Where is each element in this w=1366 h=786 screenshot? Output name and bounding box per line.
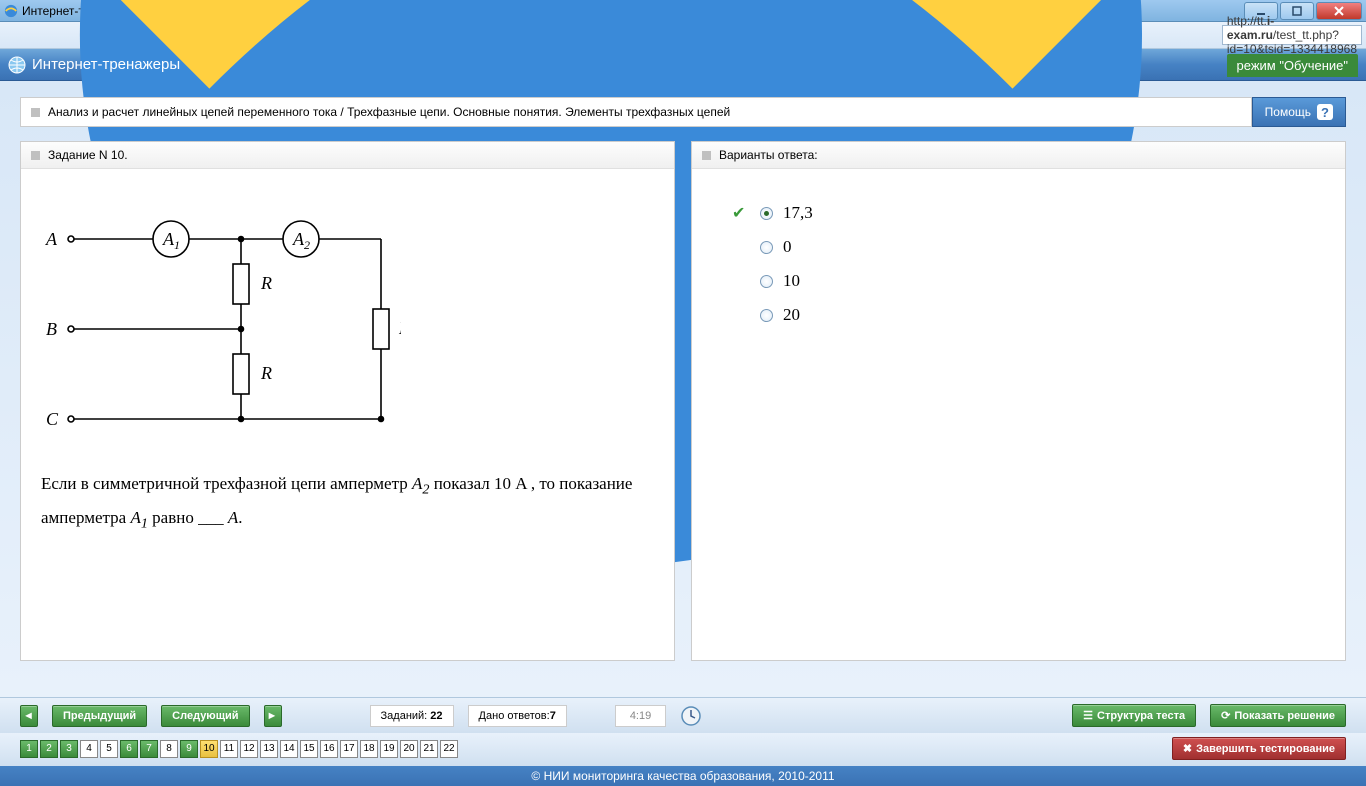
page-number[interactable]: 6 bbox=[120, 740, 138, 758]
bullet-icon bbox=[702, 151, 711, 160]
address-bar: http://tt.i-exam.ru/test_tt.php?id=10&ts… bbox=[0, 22, 1366, 49]
page-number[interactable]: 18 bbox=[360, 740, 378, 758]
radio-button[interactable] bbox=[760, 275, 773, 288]
page-number[interactable]: 8 bbox=[160, 740, 178, 758]
breadcrumb: Анализ и расчет линейных цепей переменно… bbox=[20, 97, 1252, 127]
answer-option[interactable]: ✔ 17,3 bbox=[712, 203, 1325, 223]
page-number[interactable]: 21 bbox=[420, 740, 438, 758]
page-number[interactable]: 5 bbox=[100, 740, 118, 758]
page-number[interactable]: 9 bbox=[180, 740, 198, 758]
help-button[interactable]: Помощь ? bbox=[1252, 97, 1346, 127]
finish-button[interactable]: ✖ Завершить тестирование bbox=[1172, 737, 1346, 760]
radio-button[interactable] bbox=[760, 309, 773, 322]
page-number[interactable]: 7 bbox=[140, 740, 158, 758]
answers-header: Варианты ответа: bbox=[719, 148, 818, 162]
correct-check-icon: ✔ bbox=[732, 203, 750, 223]
svg-text:B: B bbox=[46, 319, 57, 339]
task-panel: Задание N 10. bbox=[20, 141, 675, 661]
circuit-diagram: A B C A1 A2 R R R bbox=[41, 209, 401, 449]
page-number[interactable]: 2 bbox=[40, 740, 58, 758]
answer-label: 0 bbox=[783, 237, 792, 257]
footer: © НИИ мониторинга качества образования, … bbox=[0, 766, 1366, 786]
page-number[interactable]: 4 bbox=[80, 740, 98, 758]
bullet-icon bbox=[31, 108, 40, 117]
page-number[interactable]: 13 bbox=[260, 740, 278, 758]
page-number[interactable]: 17 bbox=[340, 740, 358, 758]
structure-button[interactable]: ☰ Структура теста bbox=[1072, 704, 1196, 727]
page-number[interactable]: 22 bbox=[440, 740, 458, 758]
svg-text:C: C bbox=[46, 409, 59, 429]
answer-option[interactable]: 10 bbox=[712, 271, 1325, 291]
page-number[interactable]: 15 bbox=[300, 740, 318, 758]
page-number[interactable]: 10 bbox=[200, 740, 218, 758]
svg-text:R: R bbox=[260, 273, 272, 293]
answer-label: 10 bbox=[783, 271, 800, 291]
nav-bar: ◄ Предыдущий Следующий ► Заданий: 22 Дан… bbox=[0, 697, 1366, 733]
radio-button[interactable] bbox=[760, 207, 773, 220]
question-text: Если в симметричной трехфазной цепи ампе… bbox=[41, 469, 654, 537]
bullet-icon bbox=[31, 151, 40, 160]
answer-option[interactable]: 20 bbox=[712, 305, 1325, 325]
svg-text:R: R bbox=[260, 363, 272, 383]
pager-bar: 12345678910111213141516171819202122 ✖ За… bbox=[0, 733, 1366, 766]
page-number[interactable]: 12 bbox=[240, 740, 258, 758]
answers-panel: Варианты ответа: ✔ 17,3 0 10 20 bbox=[691, 141, 1346, 661]
prev-button[interactable]: Предыдущий bbox=[52, 705, 147, 727]
help-icon: ? bbox=[1317, 104, 1333, 120]
globe-icon bbox=[8, 56, 26, 74]
show-solution-button[interactable]: ⟳ Показать решение bbox=[1210, 704, 1346, 727]
page-number[interactable]: 1 bbox=[20, 740, 38, 758]
prev-arrow-button[interactable]: ◄ bbox=[20, 705, 38, 727]
page-number[interactable]: 14 bbox=[280, 740, 298, 758]
mode-label: режим "Обучение" bbox=[1227, 54, 1359, 77]
answers-count-box: Дано ответов:7 bbox=[468, 705, 567, 727]
radio-button[interactable] bbox=[760, 241, 773, 254]
page-number[interactable]: 19 bbox=[380, 740, 398, 758]
page-number[interactable]: 11 bbox=[220, 740, 238, 758]
app-title: Интернет-тренажеры bbox=[32, 56, 1227, 73]
page-number[interactable]: 3 bbox=[60, 740, 78, 758]
page-number[interactable]: 20 bbox=[400, 740, 418, 758]
tasks-count-box: Заданий: 22 bbox=[370, 705, 454, 727]
answer-label: 20 bbox=[783, 305, 800, 325]
next-arrow-button[interactable]: ► bbox=[264, 705, 282, 727]
answer-label: 17,3 bbox=[783, 203, 813, 223]
page-number[interactable]: 16 bbox=[320, 740, 338, 758]
clock-icon bbox=[680, 705, 702, 727]
answer-option[interactable]: 0 bbox=[712, 237, 1325, 257]
task-header: Задание N 10. bbox=[48, 148, 128, 162]
svg-text:R: R bbox=[398, 318, 401, 338]
svg-text:A: A bbox=[45, 229, 58, 249]
timer: 4:19 bbox=[615, 705, 666, 727]
next-button[interactable]: Следующий bbox=[161, 705, 249, 727]
url-input[interactable]: http://tt.i-exam.ru/test_tt.php?id=10&ts… bbox=[1222, 25, 1362, 45]
